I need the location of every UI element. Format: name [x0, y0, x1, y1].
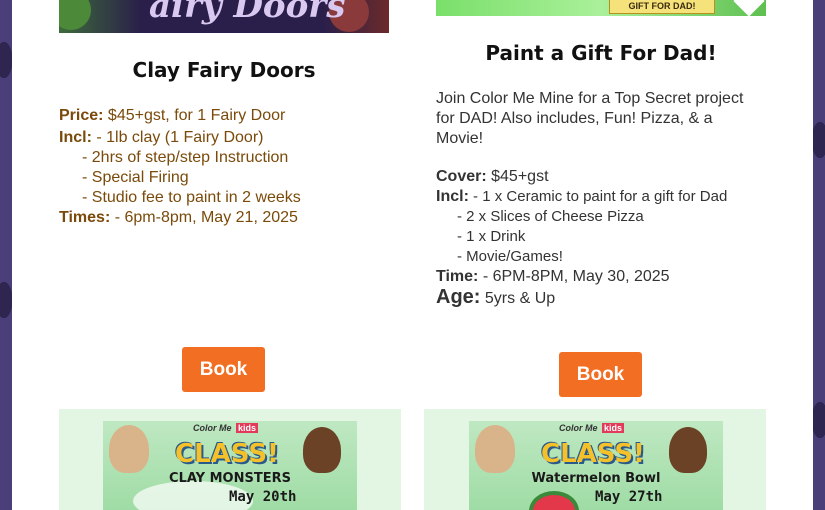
- kid-photo: [303, 427, 341, 473]
- incl-label: Incl:: [436, 188, 469, 205]
- leaf-decoration-icon: [59, 0, 91, 30]
- gift-for-dad-details: Join Color Me Mine for a Top Secret proj…: [436, 89, 776, 313]
- incl-item: - 1lb clay (1 Fairy Door): [91, 129, 264, 146]
- price-label: Price:: [59, 107, 104, 124]
- fairy-doors-banner-image: airy Doors: [59, 0, 389, 33]
- heart-icon: [733, 0, 765, 16]
- incl-item: - Studio fee to paint in 2 weeks: [82, 189, 301, 206]
- watermelon-bowl-class-image[interactable]: Color Me kids CLASS! Watermelon Bowl May…: [469, 421, 723, 510]
- book-gift-for-dad-button[interactable]: Book: [559, 352, 642, 397]
- class-heading: CLASS!: [175, 439, 279, 469]
- incl-item: - 1 x Ceramic to paint for a gift for Da…: [468, 188, 728, 205]
- class-date: May 20th: [229, 489, 297, 505]
- incl-item: - 2hrs of step/step Instruction: [82, 149, 289, 166]
- age-label: Age:: [436, 286, 481, 308]
- class-heading: CLASS!: [541, 439, 645, 469]
- description-line: Join Color Me Mine for a Top Secret proj…: [436, 90, 744, 107]
- kid-photo: [669, 427, 707, 473]
- kid-photo: [475, 425, 515, 473]
- class-subtitle: Watermelon Bowl: [531, 471, 661, 486]
- incl-item: - Movie/Games!: [457, 248, 563, 265]
- paint-gift-for-dad-title: Paint a Gift For Dad!: [485, 41, 717, 65]
- description-line: Movie!: [436, 130, 484, 147]
- kid-photo: [109, 425, 149, 473]
- clay-fairy-doors-title: Clay Fairy Doors: [132, 58, 316, 82]
- cover-label: Cover:: [436, 168, 487, 185]
- incl-item: - 2 x Slices of Cheese Pizza: [457, 208, 644, 225]
- incl-item: - Special Firing: [82, 169, 189, 186]
- color-me-kids-logo: Color Me kids: [559, 423, 625, 433]
- gift-tag: GIFT FOR DAD!: [609, 0, 715, 14]
- clay-monsters-class-image[interactable]: Color Me kids CLASS! CLAY MONSTERS May 2…: [103, 421, 357, 510]
- cover-value: $45+gst: [486, 168, 549, 185]
- incl-label: Incl:: [59, 129, 92, 146]
- gift-for-dad-banner-image: GIFT FOR DAD!: [436, 0, 766, 16]
- times-label: Times:: [59, 209, 111, 226]
- price-value: $45+gst, for 1 Fairy Door: [103, 107, 286, 124]
- fairy-doors-details: Price: $45+gst, for 1 Fairy Door Incl: -…: [59, 106, 389, 228]
- time-value: - 6PM-8PM, May 30, 2025: [478, 268, 670, 285]
- times-value: - 6pm-8pm, May 21, 2025: [110, 209, 298, 226]
- book-fairy-doors-button[interactable]: Book: [182, 347, 265, 392]
- age-value: 5yrs & Up: [480, 290, 556, 307]
- class-subtitle: CLAY MONSTERS: [169, 471, 291, 486]
- watermelon-icon: [529, 491, 579, 510]
- newsletter-body: airy Doors Clay Fairy Doors Price: $45+g…: [12, 0, 813, 510]
- incl-item: - 1 x Drink: [457, 228, 526, 245]
- time-label: Time:: [436, 268, 479, 285]
- color-me-kids-logo: Color Me kids: [193, 423, 259, 433]
- banner-title: airy Doors: [149, 0, 346, 26]
- description-line: for DAD! Also includes, Fun! Pizza, & a: [436, 110, 713, 127]
- class-date: May 27th: [595, 489, 663, 505]
